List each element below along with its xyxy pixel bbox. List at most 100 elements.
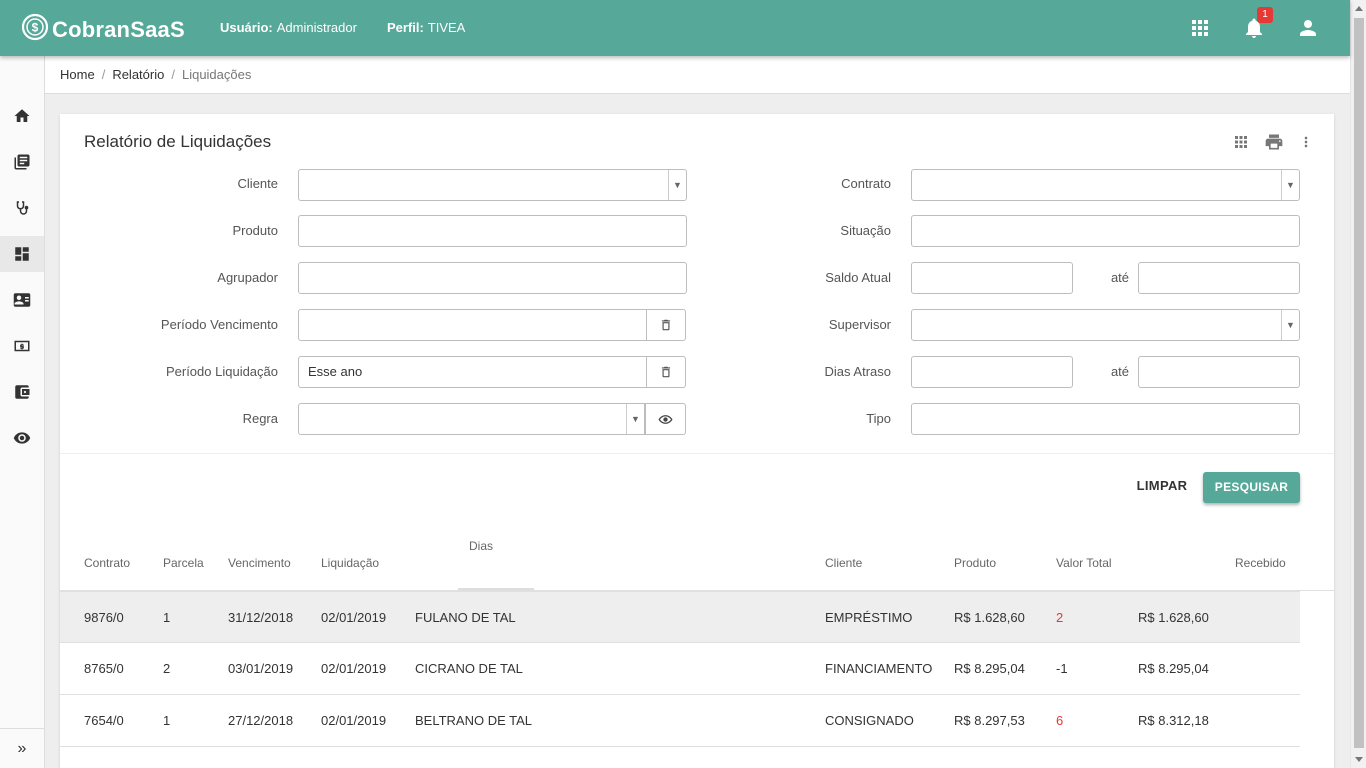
sidebar-item-contacts[interactable] (0, 282, 44, 318)
regra-view-button[interactable] (645, 403, 686, 435)
chevron-down-icon[interactable]: ▼ (626, 404, 644, 434)
sidebar-item-wallet[interactable] (0, 374, 44, 410)
breadcrumb-current: Liquidações (181, 67, 252, 82)
cell-parcela: 2 (163, 661, 171, 676)
header-produto[interactable]: Produto (954, 556, 996, 570)
cell-parcela: 1 (163, 713, 171, 728)
cell-liquidacao: 02/01/2019 (321, 713, 387, 728)
produto-label: Produto (232, 223, 278, 238)
clear-liquidacao-button[interactable] (646, 356, 686, 388)
sidebar-item-view[interactable] (0, 420, 44, 456)
supervisor-select[interactable]: ▼ (911, 309, 1300, 341)
cell-recebido: R$ 8.295,04 (1138, 661, 1209, 676)
header-recebido[interactable]: Recebido (1235, 556, 1286, 570)
cell-produto: CONSIGNADO (825, 713, 914, 728)
header-vencimento[interactable]: Vencimento (228, 556, 291, 570)
book-icon (14, 154, 30, 170)
app-logo[interactable]: $ CobranSaaS (20, 11, 185, 43)
produto-input[interactable] (298, 215, 687, 247)
search-button[interactable]: PESQUISAR (1203, 472, 1300, 503)
trash-icon (661, 319, 671, 331)
cell-produto: EMPRÉSTIMO (825, 610, 913, 625)
logo-coin-icon: $ (21, 13, 49, 41)
stethoscope-icon (16, 201, 29, 215)
tipo-input[interactable] (911, 403, 1300, 435)
sidebar-item-dashboard[interactable] (0, 236, 44, 272)
cell-recebido: R$ 1.628,60 (1138, 610, 1209, 625)
sidebar-item-stethoscope[interactable] (0, 190, 44, 226)
periodo-liquidacao-input[interactable]: Esse ano (298, 356, 647, 388)
user-account-icon[interactable] (1296, 16, 1320, 40)
money-icon (14, 340, 30, 352)
wallet-icon (15, 385, 30, 399)
header-valor-total[interactable]: Valor Total (1056, 556, 1112, 570)
scroll-up-arrow-icon[interactable] (1355, 6, 1363, 11)
clear-button[interactable]: LIMPAR (1136, 474, 1188, 498)
cell-dias: 6 (1056, 713, 1064, 728)
home-icon (14, 109, 30, 122)
chevron-down-icon[interactable]: ▼ (1281, 170, 1299, 200)
header-contrato[interactable]: Contrato (84, 556, 130, 570)
chevron-down-icon[interactable]: ▼ (668, 170, 686, 200)
cell-valor: R$ 8.297,53 (954, 713, 1025, 728)
header-parcela[interactable]: Parcela (163, 556, 204, 570)
cell-contrato: 9876/0 (84, 610, 124, 625)
regra-select[interactable]: ▼ (298, 403, 645, 435)
header-cliente[interactable]: Cliente (825, 556, 862, 570)
saldo-atual-label: Saldo Atual (825, 270, 891, 285)
cell-liquidacao: 02/01/2019 (321, 661, 387, 676)
report-card: Relatório de Liquidações Cliente ▼ Produ… (60, 114, 1334, 768)
table-row[interactable]: 9876/0 1 31/12/2018 02/01/2019 FULANO DE… (60, 591, 1300, 643)
cell-contrato: 7654/0 (84, 713, 124, 728)
scroll-thumb[interactable] (1354, 18, 1364, 748)
sidebar-expand-icon[interactable]: » (0, 728, 44, 768)
notification-badge: 1 (1257, 7, 1273, 23)
card-toolbar (1232, 132, 1314, 152)
header-dias[interactable]: Dias (469, 539, 493, 553)
table-row[interactable]: 8765/0 2 03/01/2019 02/01/2019 CICRANO D… (60, 643, 1300, 695)
trash-icon (661, 366, 671, 378)
sidebar-item-home[interactable] (0, 98, 44, 134)
user-value: Administrador (276, 20, 357, 35)
dias-atraso-from-input[interactable] (911, 356, 1073, 388)
periodo-vencimento-input[interactable] (298, 309, 647, 341)
contrato-select[interactable]: ▼ (911, 169, 1300, 201)
profile-field: Perfil: TIVEA (387, 20, 465, 35)
page-scrollbar[interactable] (1350, 0, 1366, 768)
agrupador-input[interactable] (298, 262, 687, 294)
table-row[interactable]: 7654/0 1 27/12/2018 02/01/2019 BELTRANO … (60, 695, 1300, 747)
header-liquidacao[interactable]: Liquidação (321, 556, 379, 570)
agrupador-label: Agrupador (217, 270, 278, 285)
periodo-vencimento-label: Período Vencimento (160, 317, 278, 332)
cell-nome: FULANO DE TAL (415, 610, 516, 625)
apps-grid-icon[interactable] (1188, 16, 1212, 40)
contact-card-icon (13, 293, 31, 307)
breadcrumb-relatorio[interactable]: Relatório (112, 67, 164, 82)
dias-atraso-to-input[interactable] (1138, 356, 1300, 388)
regra-label: Regra (242, 411, 278, 426)
columns-grid-icon[interactable] (1232, 133, 1250, 151)
scroll-down-arrow-icon[interactable] (1355, 757, 1363, 762)
situacao-input[interactable] (911, 215, 1300, 247)
cell-vencimento: 31/12/2018 (228, 610, 294, 625)
sidebar-item-money[interactable] (0, 328, 44, 364)
chevron-down-icon[interactable]: ▼ (1281, 310, 1299, 340)
cell-dias: 2 (1056, 610, 1064, 625)
contrato-label: Contrato (841, 176, 891, 191)
cliente-select[interactable]: ▼ (298, 169, 687, 201)
cell-parcela: 1 (163, 610, 171, 625)
breadcrumb-separator: / (101, 67, 106, 82)
more-vert-icon[interactable] (1298, 133, 1314, 151)
breadcrumb-home[interactable]: Home (60, 67, 95, 82)
print-icon[interactable] (1264, 132, 1284, 152)
cell-liquidacao: 02/01/2019 (321, 610, 387, 625)
saldo-atual-to-input[interactable] (1138, 262, 1300, 294)
clear-vencimento-button[interactable] (646, 309, 686, 341)
cell-contrato: 8765/0 (84, 661, 124, 676)
cell-valor: R$ 8.295,04 (954, 661, 1025, 676)
sidebar-item-books[interactable] (0, 144, 44, 180)
page-title: Relatório de Liquidações (84, 132, 272, 151)
tipo-label: Tipo (866, 411, 891, 426)
user-info: Usuário: Administrador Perfil: TIVEA (220, 20, 465, 35)
saldo-atual-from-input[interactable] (911, 262, 1073, 294)
